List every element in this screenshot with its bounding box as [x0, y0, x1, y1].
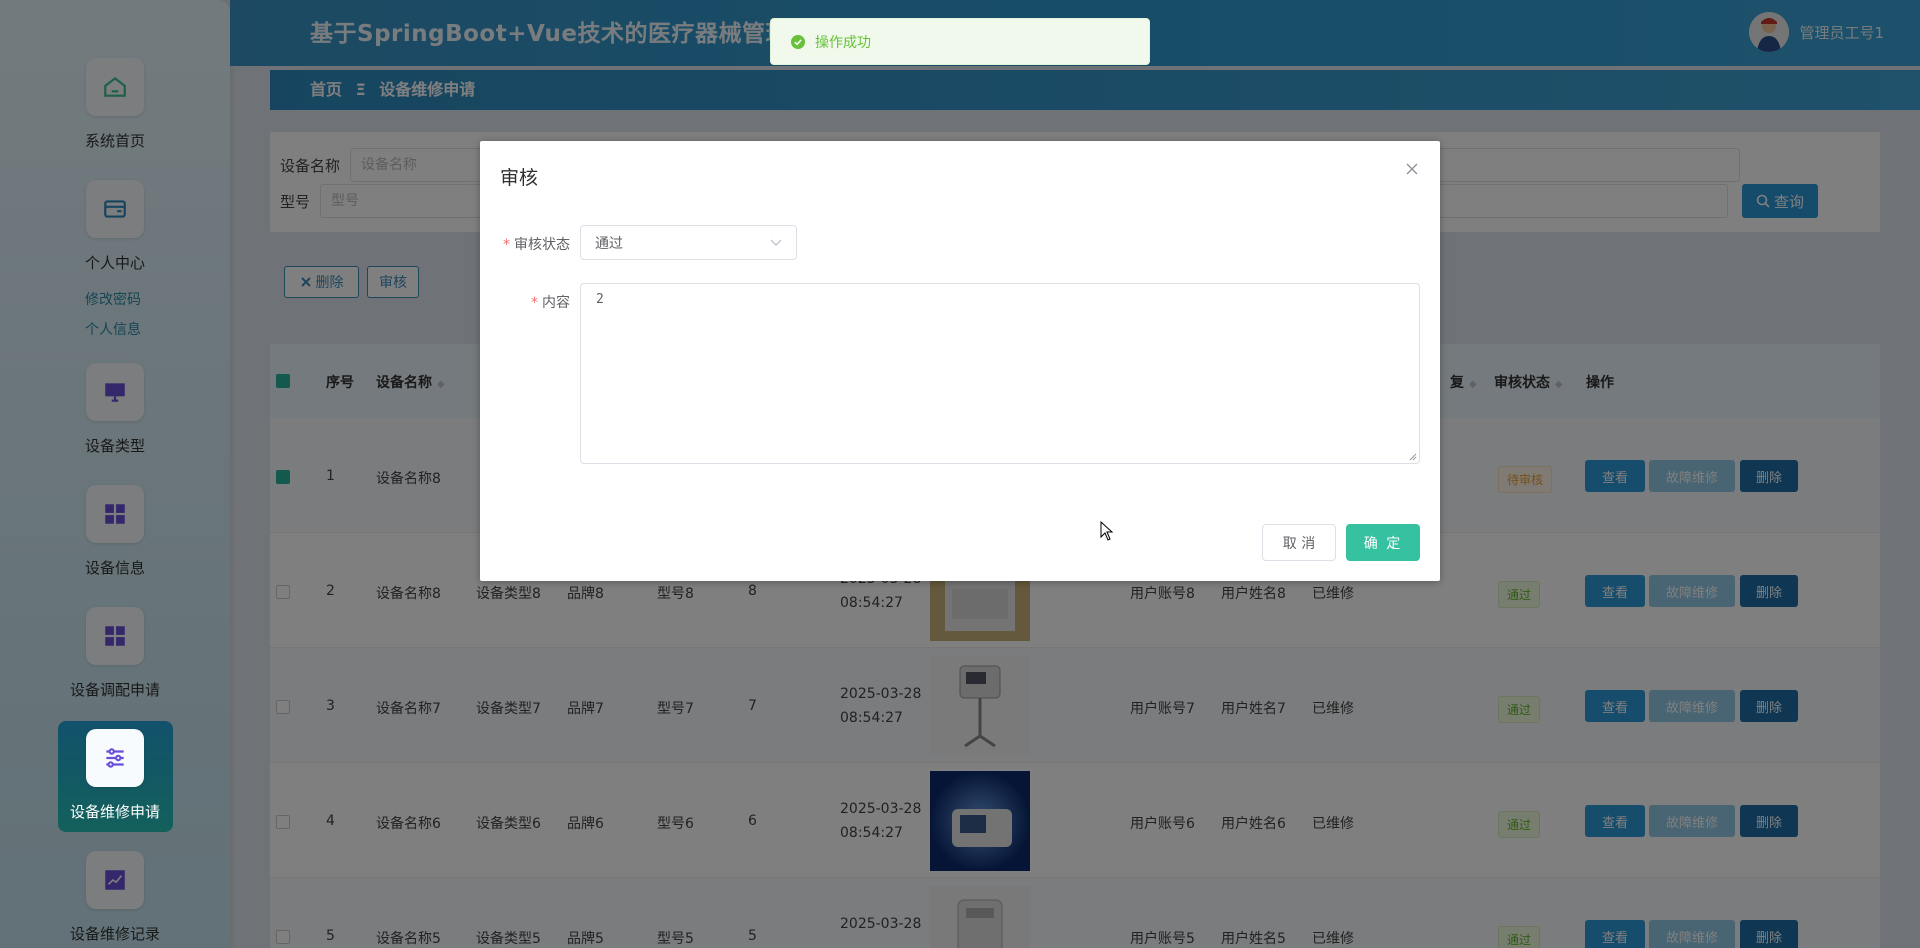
chevron-down-icon — [770, 239, 782, 246]
resize-handle-icon[interactable] — [1409, 453, 1417, 461]
sliders-icon — [86, 729, 144, 787]
check-circle-icon — [791, 34, 805, 49]
audit-status-label-text: 审核状态 — [514, 237, 570, 253]
content-label: * 内容 — [500, 292, 570, 312]
success-toast: 操作成功 — [770, 18, 1150, 65]
cancel-button[interactable]: 取 消 — [1262, 524, 1336, 561]
audit-dialog: 审核 * 审核状态 通过 * 内容 2 取 消 确 定 — [480, 141, 1440, 581]
audit-status-value: 通过 — [595, 235, 623, 252]
mouse-cursor-icon — [1100, 521, 1114, 541]
sidebar-item-label: 设备维修申请 — [69, 803, 160, 821]
toast-message: 操作成功 — [815, 34, 871, 51]
content-value: 2 — [596, 292, 604, 307]
required-mark: * — [503, 237, 510, 253]
audit-status-label: * 审核状态 — [500, 234, 570, 254]
audit-status-select[interactable]: 通过 — [580, 225, 797, 260]
close-icon[interactable] — [1402, 159, 1422, 179]
content-textarea[interactable]: 2 — [580, 283, 1420, 464]
content-label-text: 内容 — [542, 295, 570, 311]
required-mark: * — [531, 295, 538, 311]
dialog-title: 审核 — [500, 167, 539, 189]
confirm-button[interactable]: 确 定 — [1346, 524, 1420, 561]
app-root: 系统首页 个人中心 修改密码 个人信息 设备类型 设备信息 — [0, 0, 1920, 948]
